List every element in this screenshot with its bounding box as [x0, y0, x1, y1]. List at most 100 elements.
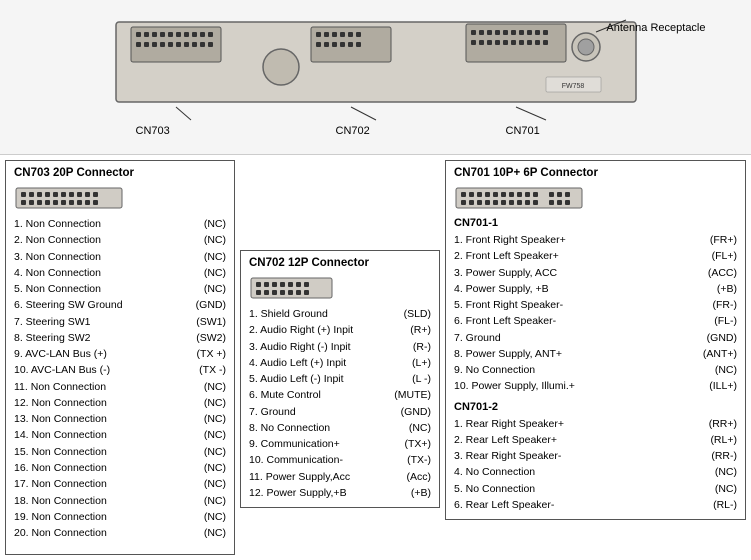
list-item: 8. Steering SW2(SW2): [14, 330, 226, 346]
pin-code: (+B): [376, 485, 431, 501]
list-item: 1. Shield Ground(SLD): [249, 306, 431, 322]
pin-code: (NC): [171, 476, 226, 492]
pin-name: 8. Power Supply, ANT+: [454, 346, 682, 362]
pin-code: (TX +): [171, 346, 226, 362]
list-item: 10. AVC-LAN Bus (-)(TX -): [14, 362, 226, 378]
pin-name: 18. Non Connection: [14, 493, 171, 509]
pin-name: 6. Mute Control: [249, 387, 376, 403]
list-item: 16. Non Connection(NC): [14, 460, 226, 476]
list-item: 1. Rear Right Speaker+(RR+): [454, 416, 737, 432]
pin-name: 7. Steering SW1: [14, 314, 171, 330]
board-svg: FW758: [96, 12, 656, 127]
pin-name: 5. Front Right Speaker-: [454, 297, 682, 313]
pin-name: 2. Front Left Speaker+: [454, 248, 682, 264]
pin-name: 11. Non Connection: [14, 379, 171, 395]
pin-name: 15. Non Connection: [14, 444, 171, 460]
pin-code: (MUTE): [376, 387, 431, 403]
list-item: 17. Non Connection(NC): [14, 476, 226, 492]
pin-name: 4. No Connection: [454, 464, 682, 480]
list-item: 2. Audio Right (+) Inpit(R+): [249, 322, 431, 338]
pin-code: (NC): [682, 464, 737, 480]
pin-name: 1. Shield Ground: [249, 306, 376, 322]
pin-code: (Acc): [376, 469, 431, 485]
list-item: 10. Communication-(TX-): [249, 452, 431, 468]
list-item: 8. Power Supply, ANT+(ANT+): [454, 346, 737, 362]
panel-cn702: CN702 12P Connector 1. Shield Ground(SLD…: [240, 250, 440, 508]
pin-code: (FR-): [682, 297, 737, 313]
list-item: 4. No Connection(NC): [454, 464, 737, 480]
list-item: 15. Non Connection(NC): [14, 444, 226, 460]
pin-code: (SLD): [376, 306, 431, 322]
pin-name: 14. Non Connection: [14, 427, 171, 443]
list-item: 8. No Connection(NC): [249, 420, 431, 436]
pin-name: 8. No Connection: [249, 420, 376, 436]
list-item: 2. Non Connection(NC): [14, 232, 226, 248]
list-item: 1. Non Connection(NC): [14, 216, 226, 232]
pin-code: (NC): [376, 420, 431, 436]
label-antenna: Antenna Receptacle: [606, 22, 705, 34]
pin-code: (NC): [171, 395, 226, 411]
list-item: 1. Front Right Speaker+(FR+): [454, 232, 737, 248]
list-item: 3. Non Connection(NC): [14, 249, 226, 265]
list-item: 6. Front Left Speaker-(FL-): [454, 313, 737, 329]
list-item: 7. Ground(GND): [249, 404, 431, 420]
list-item: 4. Audio Left (+) Inpit(L+): [249, 355, 431, 371]
pin-name: 9. Communication+: [249, 436, 376, 452]
pin-code: (R-): [376, 339, 431, 355]
pin-code: (RL+): [682, 432, 737, 448]
cn701-section1-pin-list: 1. Front Right Speaker+(FR+)2. Front Lef…: [454, 232, 737, 395]
connector-diagram-section: FW758 CN703 CN702 CN701 Antenna Receptac…: [0, 0, 751, 155]
pin-name: 12. Power Supply,+B: [249, 485, 376, 501]
pin-code: (NC): [171, 460, 226, 476]
svg-text:FW758: FW758: [561, 83, 584, 90]
list-item: 11. Non Connection(NC): [14, 379, 226, 395]
pin-name: 7. Ground: [454, 330, 682, 346]
pin-name: 10. Power Supply, Illumi.+: [454, 378, 682, 394]
list-item: 4. Power Supply, +B(+B): [454, 281, 737, 297]
list-item: 6. Mute Control(MUTE): [249, 387, 431, 403]
list-item: 7. Ground(GND): [454, 330, 737, 346]
pin-name: 10. AVC-LAN Bus (-): [14, 362, 171, 378]
pin-code: (SW1): [171, 314, 226, 330]
cn702-title: CN702 12P Connector: [249, 257, 431, 269]
pin-name: 17. Non Connection: [14, 476, 171, 492]
pin-name: 8. Steering SW2: [14, 330, 171, 346]
label-cn703: CN703: [136, 125, 170, 137]
list-item: 9. Communication+(TX+): [249, 436, 431, 452]
pin-name: 13. Non Connection: [14, 411, 171, 427]
pin-code: (GND): [171, 297, 226, 313]
list-item: 2. Front Left Speaker+(FL+): [454, 248, 737, 264]
list-item: 4. Non Connection(NC): [14, 265, 226, 281]
pin-name: 20. Non Connection: [14, 525, 171, 541]
pin-name: 6. Rear Left Speaker-: [454, 497, 682, 513]
pin-name: 5. Audio Left (-) Inpit: [249, 371, 376, 387]
pin-code: (TX+): [376, 436, 431, 452]
pin-name: 11. Power Supply,Acc: [249, 469, 376, 485]
pin-name: 10. Communication-: [249, 452, 376, 468]
cn701-section2-pin-list: 1. Rear Right Speaker+(RR+)2. Rear Left …: [454, 416, 737, 514]
list-item: 19. Non Connection(NC): [14, 509, 226, 525]
list-item: 12. Non Connection(NC): [14, 395, 226, 411]
list-item: 14. Non Connection(NC): [14, 427, 226, 443]
panel-cn703: CN703 20P Connector 1. Non Connection(NC…: [5, 160, 235, 555]
pin-code: (ACC): [682, 265, 737, 281]
list-item: 7. Steering SW1(SW1): [14, 314, 226, 330]
cn701-title: CN701 10P+ 6P Connector: [454, 167, 737, 179]
pin-code: (L -): [376, 371, 431, 387]
list-item: 5. No Connection(NC): [454, 481, 737, 497]
pin-code: (+B): [682, 281, 737, 297]
pin-code: (NC): [171, 525, 226, 541]
pin-name: 2. Non Connection: [14, 232, 171, 248]
pin-code: (NC): [682, 362, 737, 378]
pin-name: 9. AVC-LAN Bus (+): [14, 346, 171, 362]
list-item: 18. Non Connection(NC): [14, 493, 226, 509]
cn701-section1-title: CN701-1: [454, 217, 737, 229]
pin-name: 2. Audio Right (+) Inpit: [249, 322, 376, 338]
pin-name: 2. Rear Left Speaker+: [454, 432, 682, 448]
pin-code: (NC): [171, 249, 226, 265]
list-item: 6. Steering SW Ground(GND): [14, 297, 226, 313]
cn701-connector-img: [454, 184, 584, 212]
connector-diagram: FW758 CN703 CN702 CN701 Antenna Receptac…: [16, 12, 736, 142]
pin-code: (GND): [376, 404, 431, 420]
pin-name: 12. Non Connection: [14, 395, 171, 411]
